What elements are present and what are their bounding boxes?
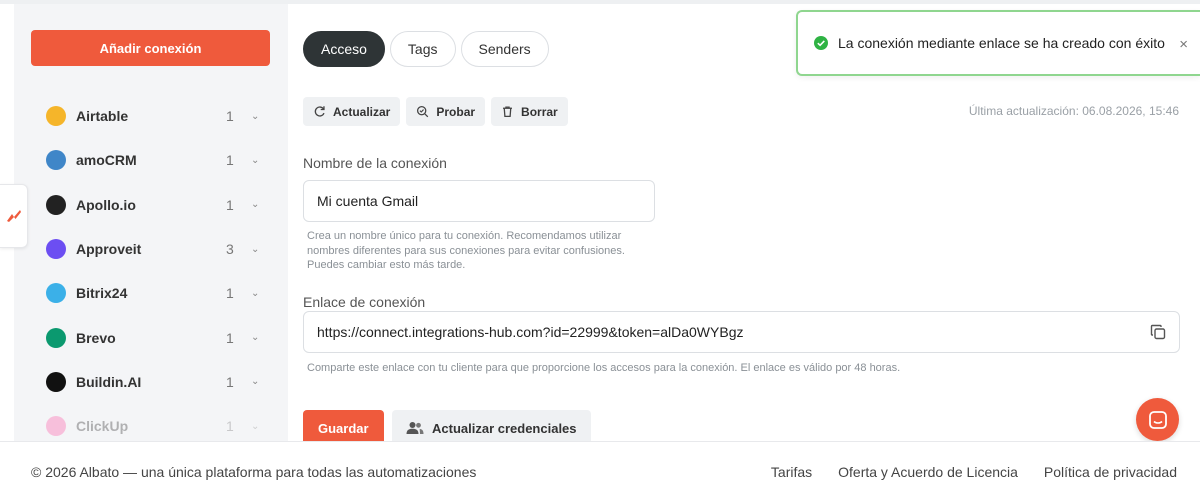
chevron-down-icon[interactable]: ⌄ [251, 376, 259, 387]
sidebar-item-count: 1 [226, 285, 234, 302]
sidebar-item-label: Bitrix24 [76, 285, 128, 302]
brevo-icon [46, 327, 66, 348]
sidebar: Añadir conexión Airtable 1 ⌄ amoCRM 1 ⌄ Apollo… [14, 4, 288, 441]
sidebar-item-label: amoCRM [76, 152, 137, 169]
sidebar-item-label: ClickUp [76, 418, 129, 435]
chevron-down-icon[interactable]: ⌄ [251, 332, 259, 343]
refresh-label: Actualizar [333, 104, 391, 119]
sidebar-item-approveit[interactable]: Approveit 3 ⌄ [14, 227, 288, 271]
test-label: Probar [436, 104, 476, 119]
delete-button[interactable]: Borrar [491, 97, 568, 126]
footer-link-privacy[interactable]: Política de privacidad [1044, 464, 1177, 480]
chevron-down-icon[interactable]: ⌄ [251, 111, 259, 122]
sidebar-item-count: 3 [226, 241, 234, 258]
sidebar-item-label: Brevo [76, 329, 116, 346]
users-icon [406, 422, 424, 434]
chevron-down-icon[interactable]: ⌄ [251, 155, 259, 166]
chevron-down-icon[interactable]: ⌄ [251, 288, 259, 299]
success-check-icon [814, 36, 828, 50]
delete-label: Borrar [521, 104, 558, 119]
update-credentials-label: Actualizar credenciales [432, 420, 577, 436]
tab-acceso[interactable]: Acceso [303, 31, 385, 67]
connection-link-input[interactable] [303, 311, 1180, 353]
connection-list: Airtable 1 ⌄ amoCRM 1 ⌄ Apollo.io 1 ⌄ Approveit 3 ⌄… [14, 94, 288, 441]
sidebar-item-count: 1 [226, 329, 234, 346]
footer-link-tarifas[interactable]: Tarifas [771, 464, 812, 480]
toast-message: La conexión mediante enlace se ha creado… [838, 35, 1165, 51]
sidebar-item-apollo-io[interactable]: Apollo.io 1 ⌄ [14, 183, 288, 227]
chat-support-button[interactable] [1136, 398, 1179, 441]
test-button[interactable]: Probar [406, 97, 486, 126]
connection-link-field [303, 311, 1180, 353]
approveit-icon [46, 239, 66, 260]
connection-name-hint: Crea un nombre único para tu conexión. R… [307, 229, 625, 273]
chevron-down-icon[interactable]: ⌄ [251, 421, 259, 432]
clickup-icon [46, 416, 66, 437]
tabs: Acceso Tags Senders [303, 31, 549, 67]
refresh-button[interactable]: Actualizar [303, 97, 401, 126]
sidebar-item-clickup[interactable]: ClickUp 1 ⌄ [14, 404, 288, 441]
close-icon[interactable]: × [1179, 36, 1188, 53]
sidebar-item-airtable[interactable]: Airtable 1 ⌄ [14, 94, 288, 138]
success-toast: La conexión mediante enlace se ha creado… [796, 10, 1200, 76]
sidebar-item-count: 1 [226, 373, 234, 390]
sidebar-item-label: Airtable [76, 108, 129, 125]
albato-logo-icon [6, 210, 21, 222]
hint-line: Crea un nombre único para tu conexión. R… [307, 230, 622, 242]
collapse-sidebar-tab[interactable] [0, 184, 28, 248]
chevron-down-icon[interactable]: ⌄ [251, 244, 259, 255]
footer-copyright: © 2026 Albato — una única plataforma par… [31, 464, 477, 480]
connection-link-label: Enlace de conexión [303, 294, 426, 310]
apollo-icon [46, 194, 66, 215]
buildin-icon [46, 371, 66, 392]
footer: © 2026 Albato — una única plataforma par… [0, 441, 1200, 490]
add-connection-button[interactable]: Añadir conexión [31, 30, 270, 66]
chat-icon [1148, 410, 1167, 429]
last-update-text: Última actualización: 06.08.2026, 15:46 [968, 104, 1179, 118]
copy-icon[interactable] [1150, 324, 1166, 340]
sidebar-item-label: Apollo.io [76, 196, 136, 213]
search-check-icon [417, 105, 429, 118]
sidebar-item-count: 1 [226, 196, 234, 213]
hint-line: nombres diferentes para sus conexiones p… [307, 244, 625, 257]
airtable-icon [46, 106, 66, 127]
action-bar: Actualizar Probar Borrar [303, 97, 568, 126]
refresh-icon [314, 106, 325, 117]
sidebar-item-amocrm[interactable]: amoCRM 1 ⌄ [14, 138, 288, 182]
trash-icon [503, 106, 513, 118]
sidebar-item-count: 1 [226, 108, 234, 125]
footer-links: Tarifas Oferta y Acuerdo de Licencia Pol… [771, 464, 1177, 480]
sidebar-item-brevo[interactable]: Brevo 1 ⌄ [14, 315, 288, 359]
sidebar-item-count: 1 [226, 152, 234, 169]
connection-link-hint: Comparte este enlace con tu cliente para… [307, 362, 901, 374]
sidebar-item-buildin-ai[interactable]: Buildin.AI 1 ⌄ [14, 360, 288, 404]
sidebar-item-label: Buildin.AI [76, 373, 142, 390]
tab-senders[interactable]: Senders [460, 31, 549, 67]
sidebar-item-count: 1 [226, 418, 234, 435]
sidebar-item-label: Approveit [76, 241, 142, 258]
hint-line: Puedes cambiar esto más tarde. [307, 259, 466, 271]
footer-link-license[interactable]: Oferta y Acuerdo de Licencia [838, 464, 1018, 480]
bitrix24-icon [46, 283, 66, 304]
app: Añadir conexión Airtable 1 ⌄ amoCRM 1 ⌄ Apollo… [0, 0, 1200, 446]
sidebar-item-bitrix24[interactable]: Bitrix24 1 ⌄ [14, 271, 288, 315]
chevron-down-icon[interactable]: ⌄ [251, 199, 259, 210]
connection-name-input[interactable] [303, 180, 655, 222]
connection-name-label: Nombre de la conexión [303, 155, 447, 171]
amocrm-icon [46, 150, 66, 171]
tab-tags[interactable]: Tags [389, 31, 456, 67]
